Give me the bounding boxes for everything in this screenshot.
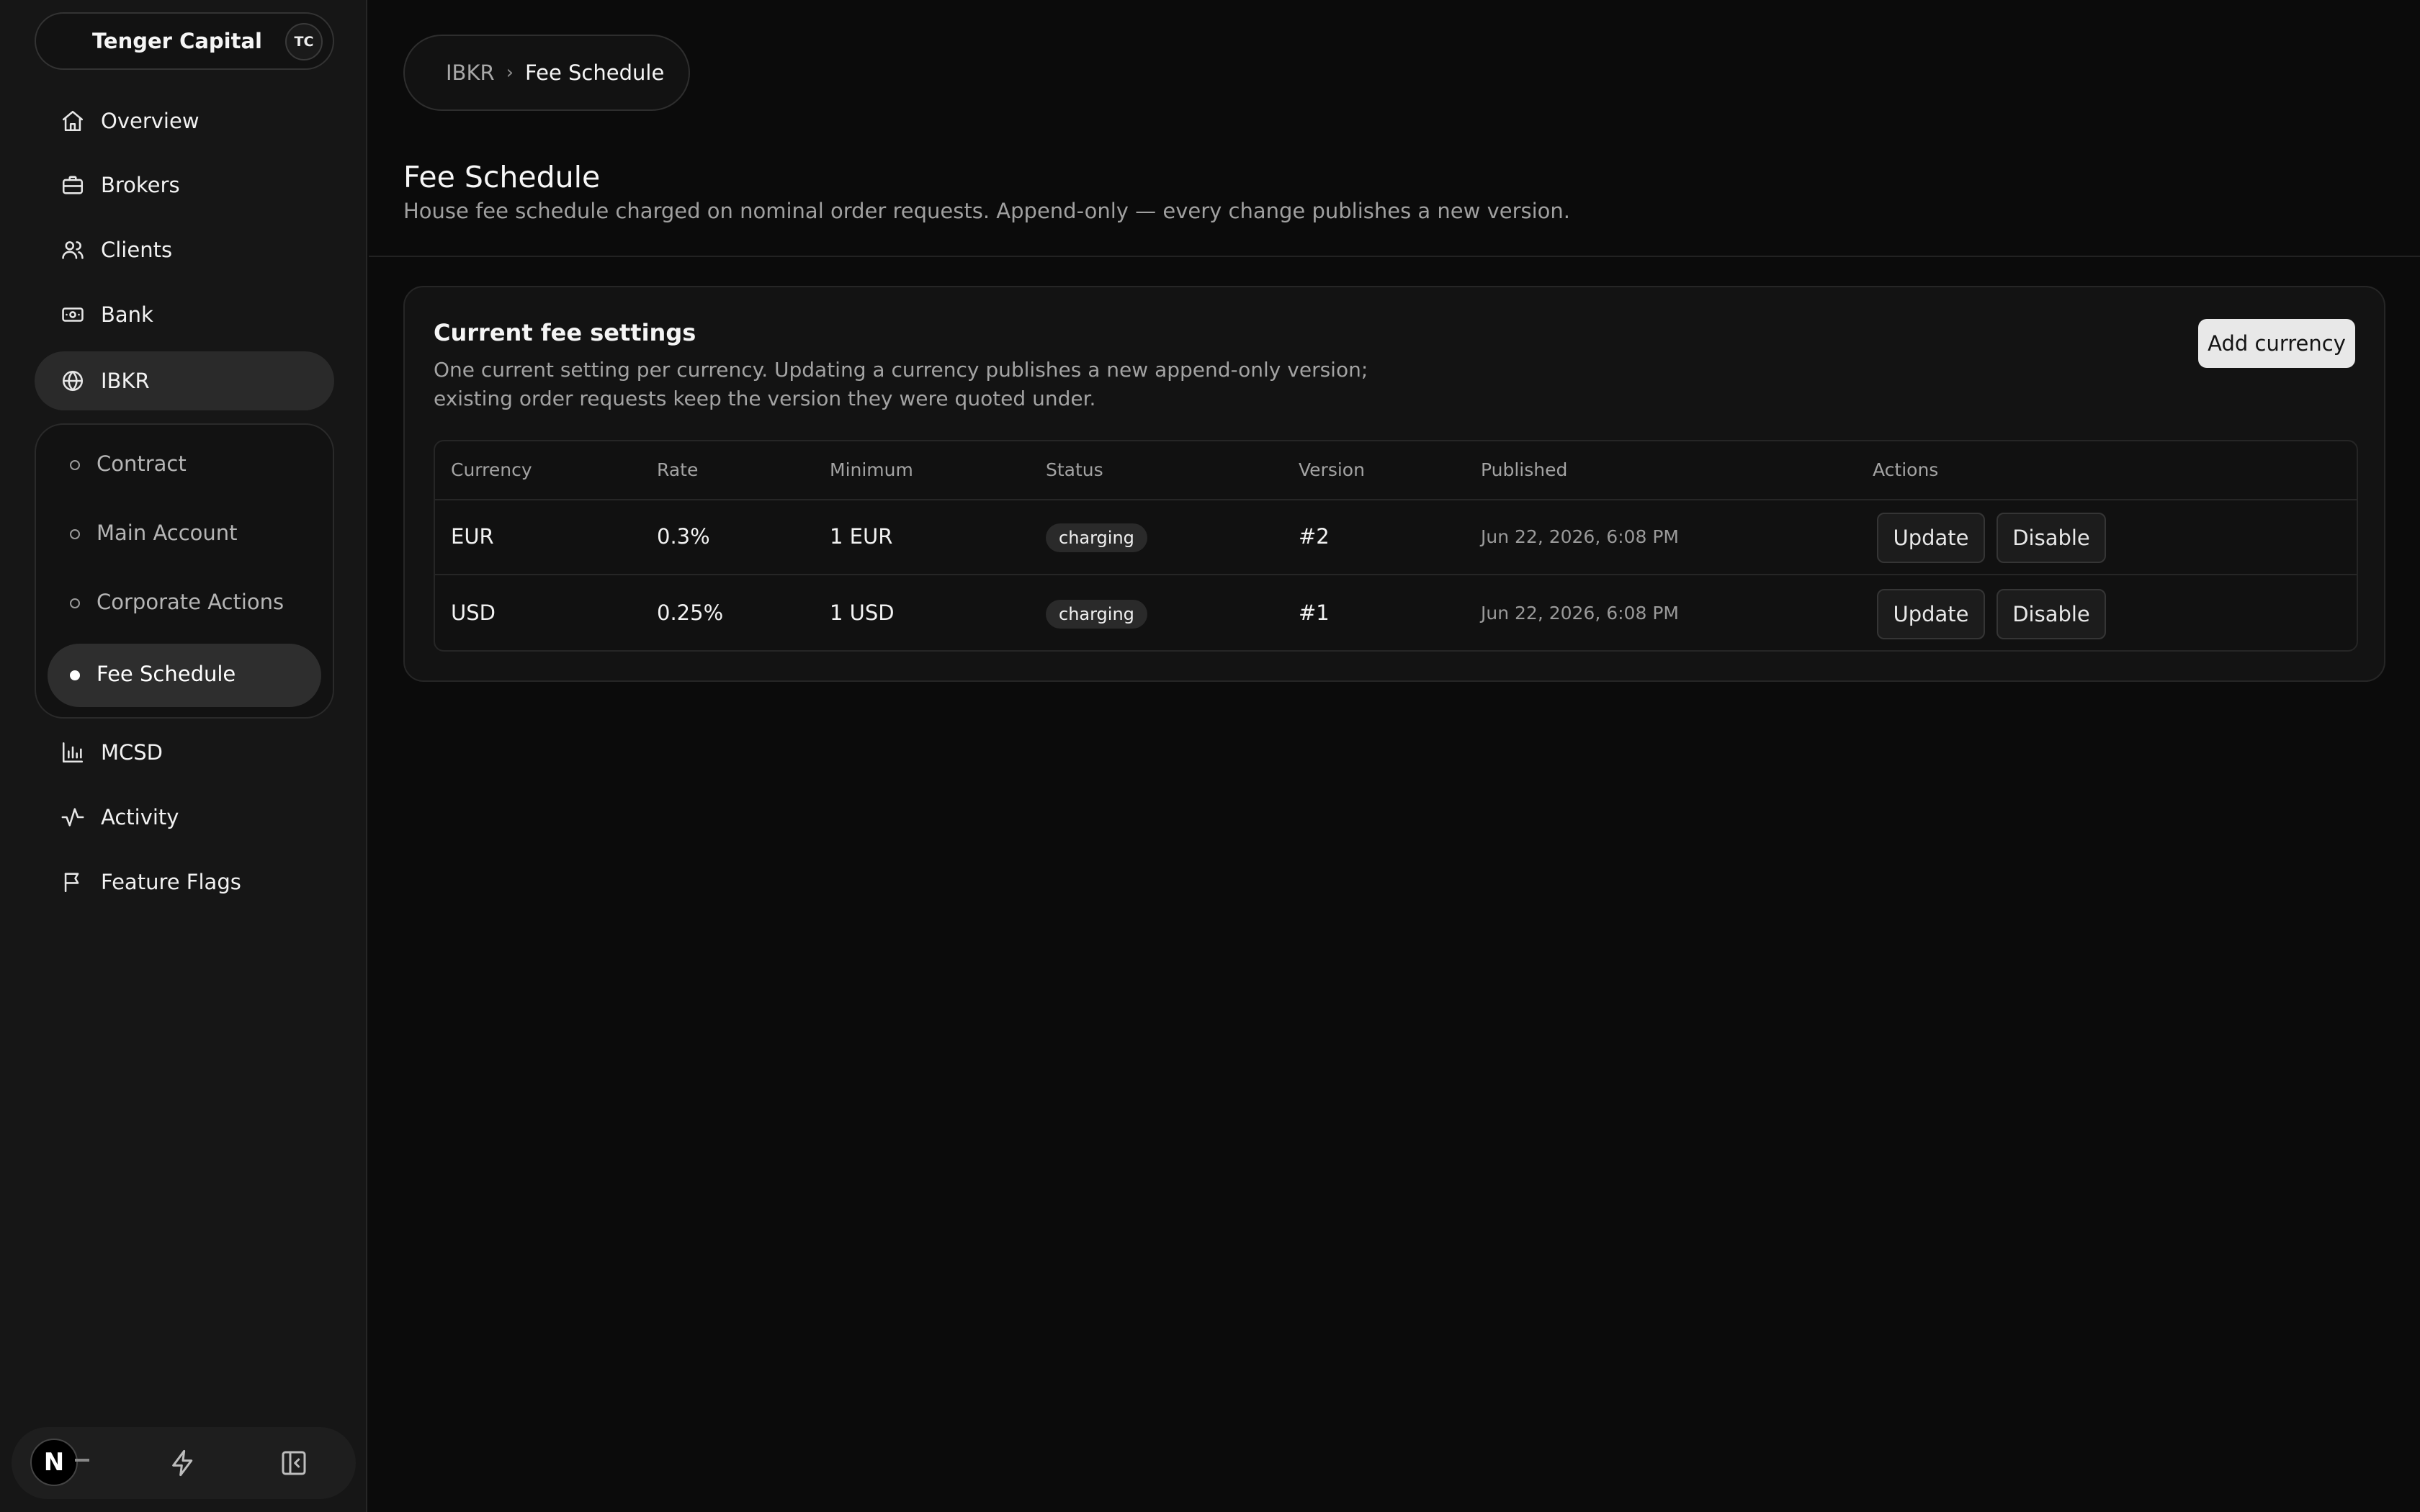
banknote-icon [60, 302, 85, 327]
sidebar-item-label: Feature Flags [101, 870, 241, 894]
table-row: USD 0.25% 1 USD charging #1 Jun 22, 2026… [435, 577, 2357, 652]
table-row: EUR 0.3% 1 EUR charging #2 Jun 22, 2026,… [435, 500, 2357, 575]
sidebar-item-label: Overview [101, 109, 200, 133]
subnav-item-label: Main Account [97, 521, 238, 545]
cell-minimum: 1 USD [830, 600, 895, 625]
sidebar-item-ibkr[interactable]: IBKR [35, 351, 334, 410]
subnav-item-label: Contract [97, 451, 187, 476]
main-content: IBKR › Fee Schedule Fee Schedule House f… [369, 0, 2420, 1512]
brand-name: Tenger Capital [92, 29, 262, 53]
dot-icon [70, 670, 80, 680]
sidebar-item-bank[interactable]: Bank [35, 285, 334, 344]
disable-button[interactable]: Disable [1996, 589, 2106, 639]
flag-icon [60, 870, 85, 894]
sidebar-footer: N [12, 1427, 356, 1499]
sidebar-item-label: Brokers [101, 173, 180, 197]
subnav-item-corporate-actions[interactable]: Corporate Actions [48, 572, 321, 635]
column-header-published: Published [1481, 459, 1568, 480]
subnav-item-contract[interactable]: Contract [48, 433, 321, 497]
divider [369, 256, 2420, 257]
breadcrumb: IBKR › Fee Schedule [403, 35, 690, 111]
column-header-minimum: Minimum [830, 459, 913, 480]
cell-rate: 0.3% [657, 524, 710, 549]
subnav-item-label: Fee Schedule [97, 662, 236, 686]
add-currency-button[interactable]: Add currency [2198, 319, 2355, 368]
update-button[interactable]: Update [1877, 513, 1985, 563]
column-header-actions: Actions [1873, 459, 1939, 480]
column-header-currency: Currency [451, 459, 532, 480]
cell-minimum: 1 EUR [830, 524, 893, 549]
page-description: House fee schedule charged on nominal or… [403, 199, 1571, 223]
breadcrumb-link-ibkr[interactable]: IBKR [446, 60, 495, 85]
cell-version: #1 [1299, 600, 1330, 625]
cell-published: Jun 22, 2026, 6:08 PM [1481, 526, 1679, 547]
ibkr-subnav: Contract Main Account Corporate Actions … [35, 423, 334, 719]
app-logo[interactable]: N [30, 1439, 78, 1486]
breadcrumb-current: Fee Schedule [525, 60, 665, 85]
sidebar-item-brokers[interactable]: Brokers [35, 156, 334, 215]
cell-currency: EUR [451, 524, 494, 549]
page-title: Fee Schedule [403, 160, 601, 194]
sidebar-item-mcsd[interactable]: MCSD [35, 723, 334, 782]
chevron-right-icon: › [506, 62, 514, 84]
subnav-item-main-account[interactable]: Main Account [48, 503, 321, 566]
avatar[interactable]: TC [285, 23, 323, 60]
workspace-switcher[interactable]: Tenger Capital TC [35, 12, 334, 70]
bar-chart-icon [60, 740, 85, 765]
sidebar-item-label: Bank [101, 302, 153, 327]
table-header: Currency Rate Minimum Status Version Pub… [435, 441, 2357, 500]
cell-rate: 0.25% [657, 600, 724, 625]
zap-icon[interactable] [169, 1449, 197, 1477]
status-badge: charging [1046, 600, 1147, 629]
sidebar-item-activity[interactable]: Activity [35, 788, 334, 847]
fee-settings-card: Current fee settings One current setting… [403, 286, 2385, 682]
sidebar: Tenger Capital TC Overview Brokers Clien… [0, 0, 367, 1512]
circle-icon [70, 460, 80, 470]
subnav-item-label: Corporate Actions [97, 590, 284, 614]
sidebar-item-label: Clients [101, 238, 173, 262]
subnav-item-fee-schedule[interactable]: Fee Schedule [48, 644, 321, 707]
cell-published: Jun 22, 2026, 6:08 PM [1481, 603, 1679, 624]
sidebar-item-clients[interactable]: Clients [35, 220, 334, 279]
cell-currency: USD [451, 600, 496, 625]
briefcase-icon [60, 173, 85, 197]
sidebar-item-label: IBKR [101, 369, 150, 393]
fee-table: Currency Rate Minimum Status Version Pub… [434, 440, 2358, 652]
cell-version: #2 [1299, 524, 1330, 549]
disable-button[interactable]: Disable [1996, 513, 2106, 563]
users-icon [60, 238, 85, 262]
card-description: One current setting per currency. Updati… [434, 358, 1368, 410]
circle-icon [70, 529, 80, 539]
column-header-status: Status [1046, 459, 1103, 480]
sidebar-item-overview[interactable]: Overview [35, 91, 334, 150]
logo-tail-decoration [75, 1459, 89, 1462]
collapse-sidebar-icon[interactable] [279, 1449, 308, 1477]
status-badge: charging [1046, 523, 1147, 552]
home-icon [60, 109, 85, 133]
globe-icon [60, 369, 85, 393]
sidebar-item-label: Activity [101, 805, 179, 829]
column-header-version: Version [1299, 459, 1365, 480]
sidebar-item-feature-flags[interactable]: Feature Flags [35, 852, 334, 912]
app: Tenger Capital TC Overview Brokers Clien… [0, 0, 2420, 1512]
card-title: Current fee settings [434, 319, 696, 346]
update-button[interactable]: Update [1877, 589, 1985, 639]
sidebar-item-label: MCSD [101, 740, 163, 765]
activity-icon [60, 805, 85, 829]
column-header-rate: Rate [657, 459, 699, 480]
circle-icon [70, 598, 80, 608]
